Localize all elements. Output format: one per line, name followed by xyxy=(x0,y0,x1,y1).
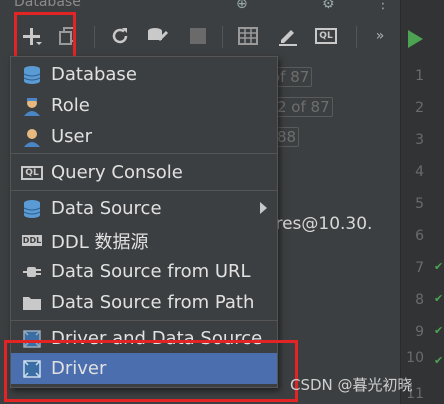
add-icon[interactable] xyxy=(20,24,44,48)
user-icon xyxy=(19,126,45,148)
menu-item-role[interactable]: Role xyxy=(11,90,277,121)
line-number: 10 xyxy=(406,350,424,366)
data-source-icon xyxy=(19,198,45,220)
line-number: 2 xyxy=(415,100,424,116)
refresh-icon[interactable] xyxy=(108,24,132,48)
toolbar-separator xyxy=(356,26,357,48)
menu-item-label: Data Source xyxy=(51,198,162,219)
folder-icon xyxy=(19,292,45,314)
edit-icon[interactable] xyxy=(276,24,300,48)
line-number: 6 xyxy=(415,228,424,244)
table-icon[interactable] xyxy=(236,24,260,48)
menu-item-label: Driver xyxy=(51,358,107,379)
submenu-arrow-icon xyxy=(260,202,267,214)
menu-item-label: Data Source from Path xyxy=(51,292,255,313)
menu-separator xyxy=(11,153,277,154)
window-title: Database xyxy=(14,0,81,10)
database-toolbar: QL » xyxy=(0,14,400,59)
line-number: 8 xyxy=(415,292,424,308)
query-console-icon[interactable]: QL xyxy=(314,24,338,48)
menu-item-label: Query Console xyxy=(51,162,183,183)
menu-item-user[interactable]: User xyxy=(11,121,277,152)
menu-item-label: Data Source from URL xyxy=(51,261,251,282)
toolbar-separator xyxy=(94,26,95,48)
chevron-right-double-icon[interactable]: » xyxy=(368,24,392,48)
menu-item-ddl-data-source[interactable]: DDL DDL 数据源 xyxy=(11,225,277,256)
menu-item-data-source-url[interactable]: Data Source from URL xyxy=(11,256,277,287)
menu-separator xyxy=(11,320,277,321)
driver-icon xyxy=(19,328,45,350)
line-number: 3 xyxy=(415,132,424,148)
query-console-icon: QL xyxy=(19,162,45,184)
stop-icon[interactable] xyxy=(186,24,210,48)
menu-separator xyxy=(11,190,277,191)
menu-item-driver-and-data-source[interactable]: Driver and Data Source xyxy=(11,323,277,354)
gear-icon[interactable]: ⚙ xyxy=(322,0,335,12)
line-number: 4 xyxy=(415,164,424,180)
menu-item-label: Role xyxy=(51,95,90,116)
menu-item-label: DDL 数据源 xyxy=(51,231,149,253)
check-icon: ✔ xyxy=(434,260,444,273)
ddl-icon: DDL xyxy=(21,235,43,246)
menu-item-data-source-path[interactable]: Data Source from Path xyxy=(11,287,277,318)
line-number: 9 xyxy=(415,324,424,340)
check-icon: ✔ xyxy=(434,354,444,367)
line-number: 1 xyxy=(415,68,424,84)
more-icon[interactable]: ⋮ xyxy=(376,0,390,12)
role-icon xyxy=(19,95,45,117)
tree-count-badge: 2 of 87 xyxy=(274,97,333,117)
menu-item-data-source[interactable]: Data Source xyxy=(11,193,277,224)
copy-icon[interactable] xyxy=(56,24,80,48)
toolbar-separator xyxy=(222,26,223,48)
menu-item-label: User xyxy=(51,126,93,147)
database-icon xyxy=(19,64,45,86)
check-icon: ✔ xyxy=(434,324,444,337)
schema-sync-icon[interactable] xyxy=(146,24,170,48)
new-item-popup-menu: Database Role User QL Query Console Data… xyxy=(10,56,278,388)
menu-item-label: Driver and Data Source xyxy=(51,328,263,349)
crosshair-icon[interactable]: ⊕ xyxy=(236,0,248,12)
line-number: 5 xyxy=(415,196,424,212)
line-number: 7 xyxy=(415,260,424,276)
menu-item-database[interactable]: Database xyxy=(11,59,277,90)
menu-item-driver[interactable]: Driver xyxy=(11,353,277,384)
menu-item-label: Database xyxy=(51,64,137,85)
menu-item-query-console[interactable]: QL Query Console xyxy=(11,157,277,188)
driver-icon xyxy=(19,358,45,380)
check-icon: ✔ xyxy=(434,292,444,305)
watermark: CSDN @暮光初晓 xyxy=(290,376,413,394)
run-icon[interactable] xyxy=(408,30,423,48)
plug-icon xyxy=(19,261,45,283)
window-titlebar: Database ⊕ ⚙ ⋮ xyxy=(0,0,444,14)
